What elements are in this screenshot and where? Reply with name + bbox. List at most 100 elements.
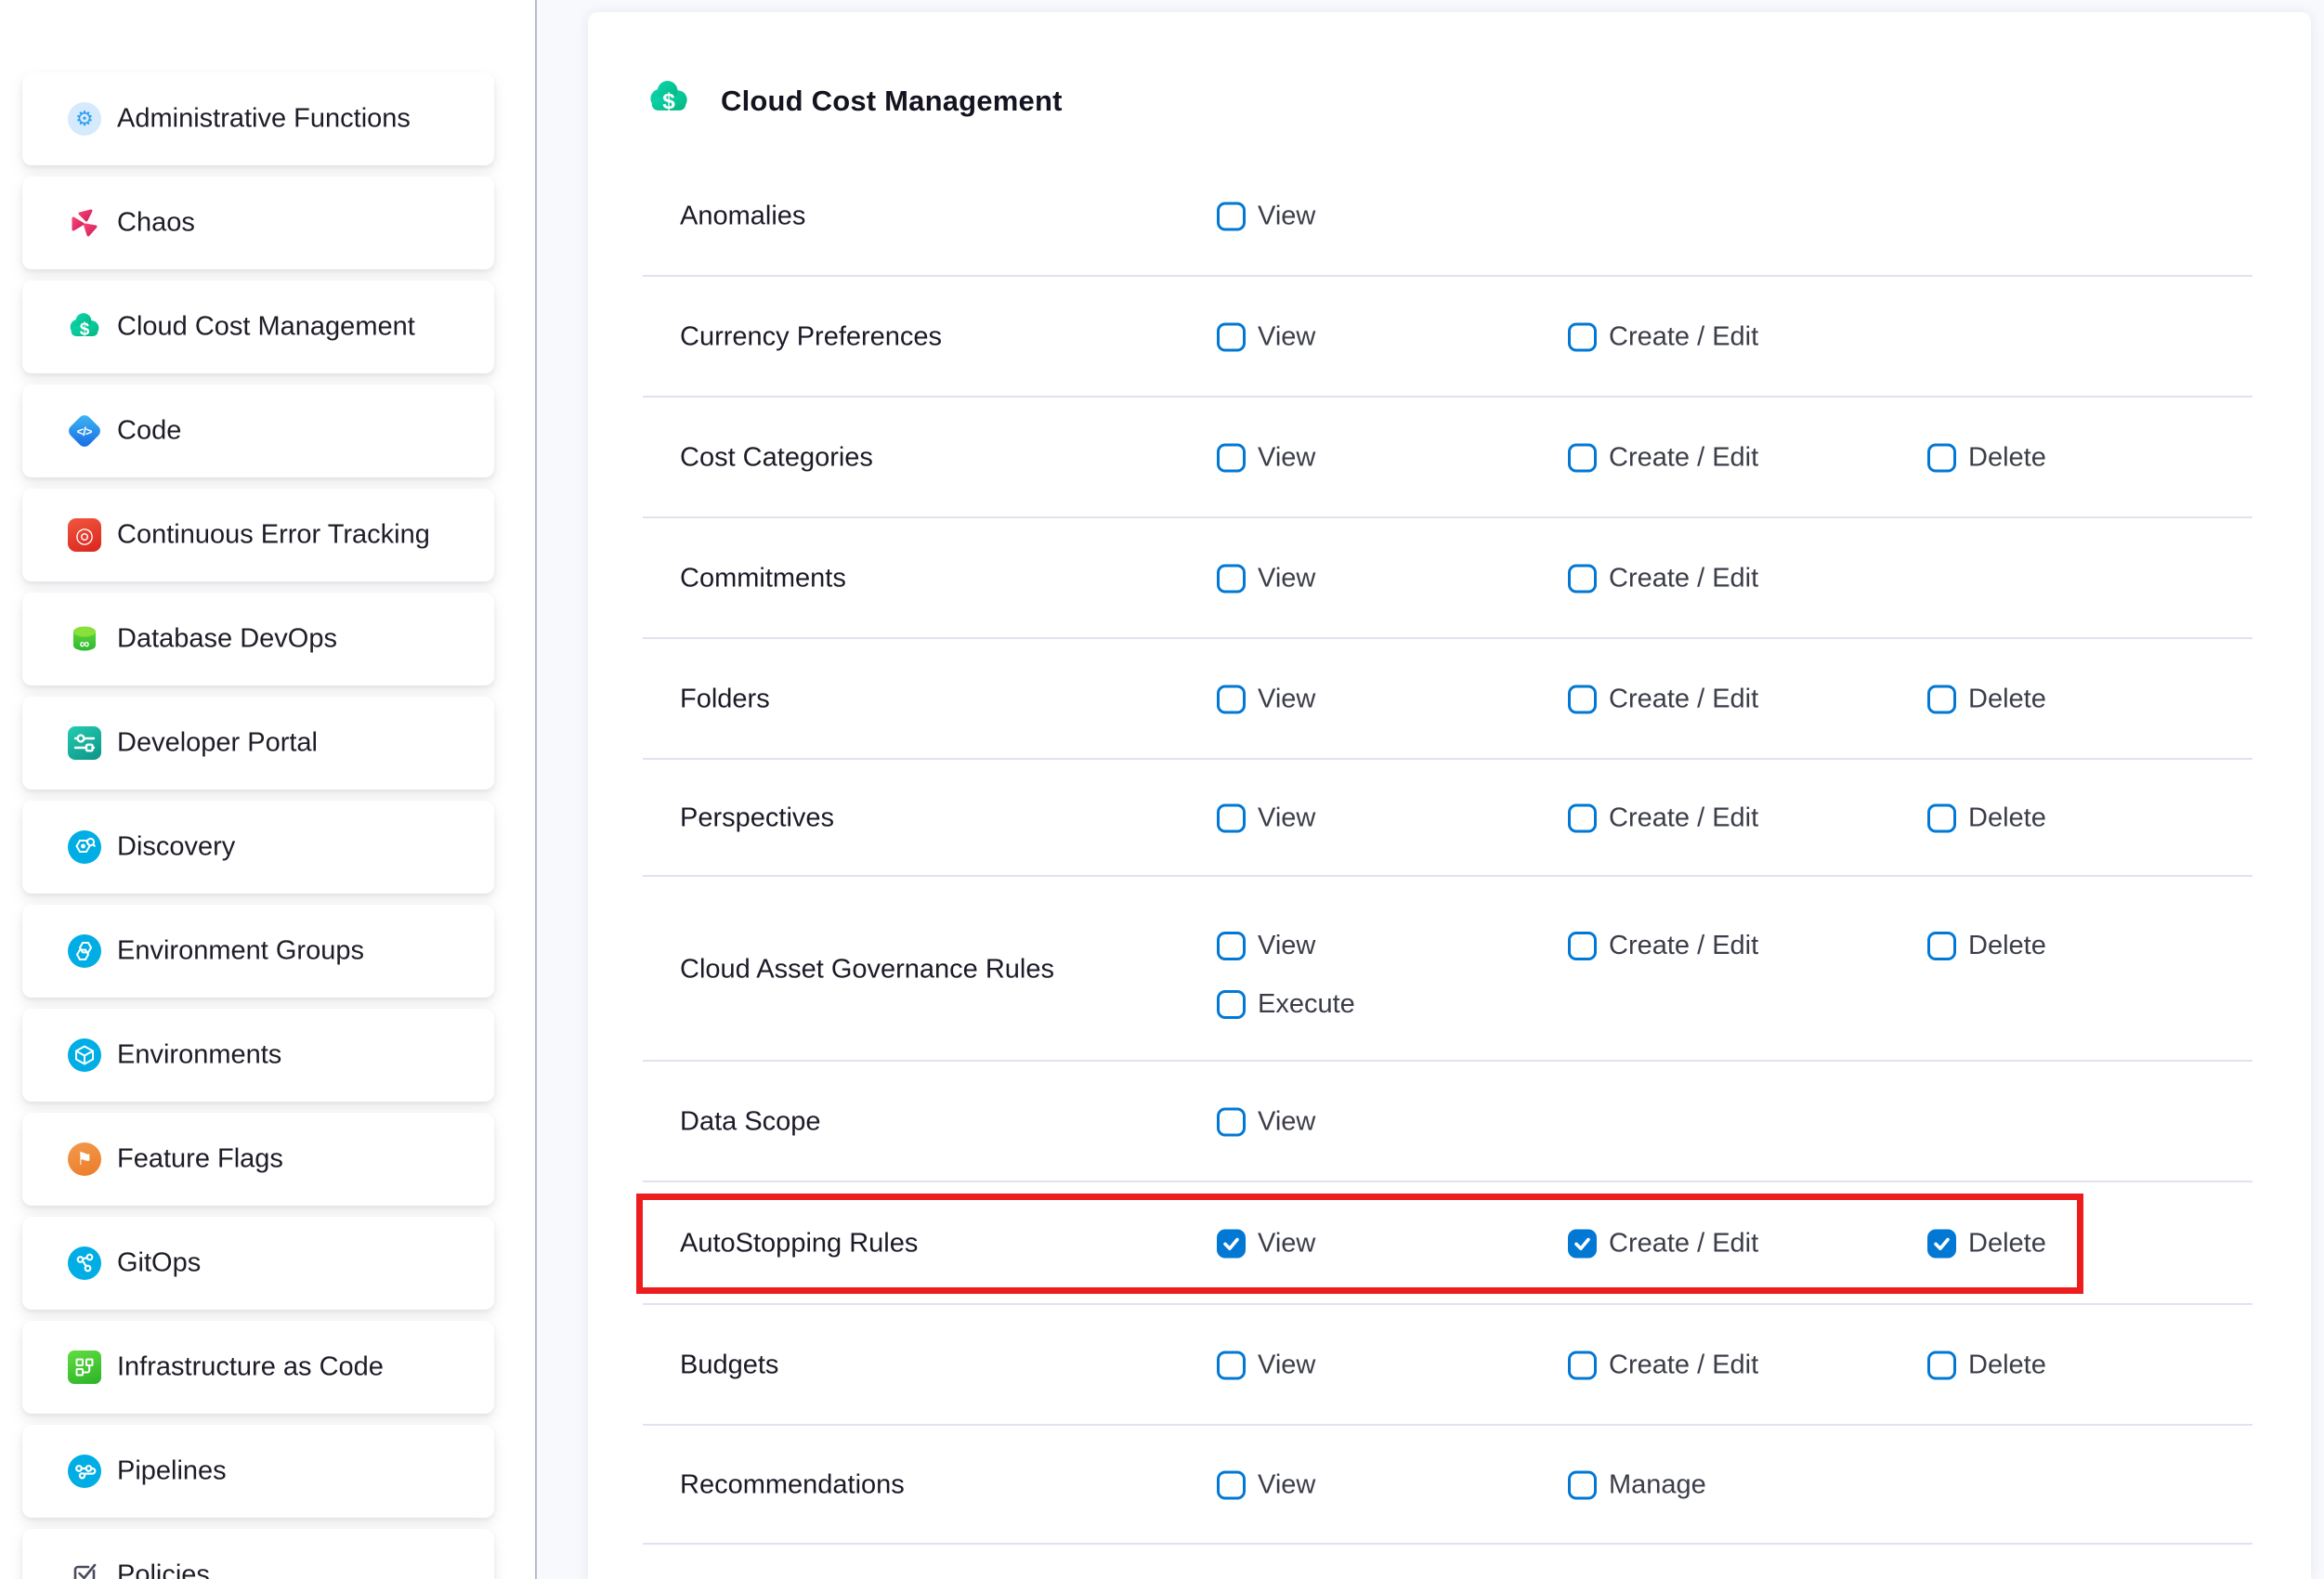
row-currency-preferences: Currency Preferences View Create / Edit [588, 277, 2311, 398]
manage-checkbox[interactable] [1568, 1471, 1597, 1500]
create-edit-checkbox[interactable] [1568, 323, 1597, 352]
permission-delete: Delete [1927, 803, 2046, 834]
permission-view: View [1217, 1351, 1315, 1381]
resource-name: Currency Preferences [680, 322, 942, 353]
cloud-dollar-icon: $ [68, 310, 101, 344]
sidebar-item-database-devops[interactable]: ∞ Database DevOps [22, 593, 494, 685]
resource-name: Cloud Asset Governance Rules [680, 954, 1054, 985]
permissions-panel: $ Cloud Cost Management Anomalies View C… [588, 12, 2311, 1579]
view-checkbox[interactable] [1217, 804, 1246, 833]
view-checkbox[interactable] [1217, 444, 1246, 473]
sidebar-item-infrastructure-as-code[interactable]: Infrastructure as Code [22, 1321, 494, 1414]
sidebar-divider [535, 0, 537, 1579]
view-checkbox[interactable] [1217, 323, 1246, 352]
permission-view: View [1217, 1229, 1315, 1259]
permission-view: View [1217, 931, 1315, 961]
permission-view: View [1217, 1470, 1315, 1501]
row-budgets: Budgets View Create / Edit Delete [588, 1305, 2311, 1426]
view-checkbox[interactable] [1217, 1230, 1246, 1259]
permission-manage: Manage [1568, 1470, 1706, 1501]
resource-name: Data Scope [680, 1107, 821, 1138]
create-edit-checkbox[interactable] [1568, 565, 1597, 594]
sidebar-item-discovery[interactable]: Discovery [22, 801, 494, 894]
resource-name: Budgets [680, 1351, 778, 1381]
sidebar-item-code[interactable]: </> Code [22, 385, 494, 477]
row-data-scope: Data Scope View [588, 1062, 2311, 1182]
permission-create-edit: Create / Edit [1568, 931, 1758, 961]
pipeline-nodes-icon [68, 1455, 101, 1488]
create-edit-checkbox[interactable] [1568, 444, 1597, 473]
row-autostopping-rules: AutoStopping Rules View Create / Edit [588, 1182, 2311, 1305]
sidebar-item-environment-groups[interactable]: Environment Groups [22, 905, 494, 998]
sidebar-item-pipelines[interactable]: Pipelines [22, 1425, 494, 1518]
panel-title: Cloud Cost Management [721, 85, 1063, 118]
sidebar-item-continuous-error-tracking[interactable]: ◎ Continuous Error Tracking [22, 489, 494, 581]
resource-name: Recommendations [680, 1470, 905, 1501]
create-edit-checkbox[interactable] [1568, 1351, 1597, 1380]
view-checkbox[interactable] [1217, 565, 1246, 594]
chaos-pinwheel-icon [68, 206, 101, 240]
gear-icon: ⚙ [68, 102, 101, 136]
sidebar-item-developer-portal[interactable]: Developer Portal [22, 697, 494, 790]
permission-view: View [1217, 685, 1315, 715]
delete-checkbox[interactable] [1927, 444, 1956, 473]
sidebar-item-chaos[interactable]: Chaos [22, 176, 494, 269]
permission-create-edit: Create / Edit [1568, 685, 1758, 715]
hexagon-group-icon [68, 934, 101, 968]
permission-delete: Delete [1927, 443, 2046, 474]
sidebar-item-gitops[interactable]: GitOps [22, 1217, 494, 1310]
create-edit-checkbox[interactable] [1568, 685, 1597, 714]
panel-header: $ Cloud Cost Management [647, 77, 1063, 124]
permission-view: View [1217, 803, 1315, 834]
sidebar-item-policies[interactable]: Policies [22, 1529, 494, 1579]
delete-checkbox[interactable] [1927, 1351, 1956, 1380]
row-folders: Folders View Create / Edit Delete [588, 639, 2311, 760]
permission-view: View [1217, 564, 1315, 594]
hexagon-search-icon [68, 830, 101, 864]
permission-view: View [1217, 202, 1315, 232]
resource-name: Anomalies [680, 202, 805, 232]
permission-create-edit: Create / Edit [1568, 803, 1758, 834]
execute-checkbox[interactable] [1217, 990, 1246, 1019]
git-fork-icon [68, 1246, 101, 1280]
row-cloud-asset-governance-rules: Cloud Asset Governance Rules View Create… [588, 877, 2311, 1062]
delete-checkbox[interactable] [1927, 932, 1956, 960]
row-recommendations: Recommendations View Manage [588, 1426, 2311, 1545]
permission-view: View [1217, 443, 1315, 474]
code-brackets-icon: </> [68, 414, 101, 448]
sidebar-item-feature-flags[interactable]: ⚑ Feature Flags [22, 1113, 494, 1206]
sidebar-item-environments[interactable]: Environments [22, 1009, 494, 1102]
permission-create-edit: Create / Edit [1568, 322, 1758, 353]
permission-delete: Delete [1927, 1351, 2046, 1381]
permission-create-edit: Create / Edit [1568, 1229, 1758, 1259]
delete-checkbox[interactable] [1927, 804, 1956, 833]
checkbox-check-icon [68, 1559, 101, 1579]
permission-create-edit: Create / Edit [1568, 564, 1758, 594]
view-checkbox[interactable] [1217, 685, 1246, 714]
view-checkbox[interactable] [1217, 202, 1246, 231]
view-checkbox[interactable] [1217, 932, 1246, 960]
resource-name: Folders [680, 685, 770, 715]
permission-view: View [1217, 1107, 1315, 1138]
permission-view: View [1217, 322, 1315, 353]
resource-name: Cost Categories [680, 443, 873, 474]
sidebar-item-cloud-cost-management[interactable]: $ Cloud Cost Management [22, 281, 494, 373]
permission-delete: Delete [1927, 1229, 2046, 1259]
create-edit-checkbox[interactable] [1568, 932, 1597, 960]
target-icon: ◎ [68, 518, 101, 552]
create-edit-checkbox[interactable] [1568, 804, 1597, 833]
delete-checkbox[interactable] [1927, 1230, 1956, 1259]
flag-icon: ⚑ [68, 1142, 101, 1176]
sidebar-item-administrative-functions[interactable]: ⚙ Administrative Functions [22, 72, 494, 165]
view-checkbox[interactable] [1217, 1471, 1246, 1500]
create-edit-checkbox[interactable] [1568, 1230, 1597, 1259]
sliders-icon [68, 726, 101, 760]
svg-text:∞: ∞ [80, 636, 90, 652]
view-checkbox[interactable] [1217, 1351, 1246, 1380]
permission-delete: Delete [1927, 685, 2046, 715]
delete-checkbox[interactable] [1927, 685, 1956, 714]
view-checkbox[interactable] [1217, 1108, 1246, 1137]
database-infinity-icon: ∞ [68, 622, 101, 656]
permission-create-edit: Create / Edit [1568, 443, 1758, 474]
circuit-blocks-icon [68, 1351, 101, 1384]
